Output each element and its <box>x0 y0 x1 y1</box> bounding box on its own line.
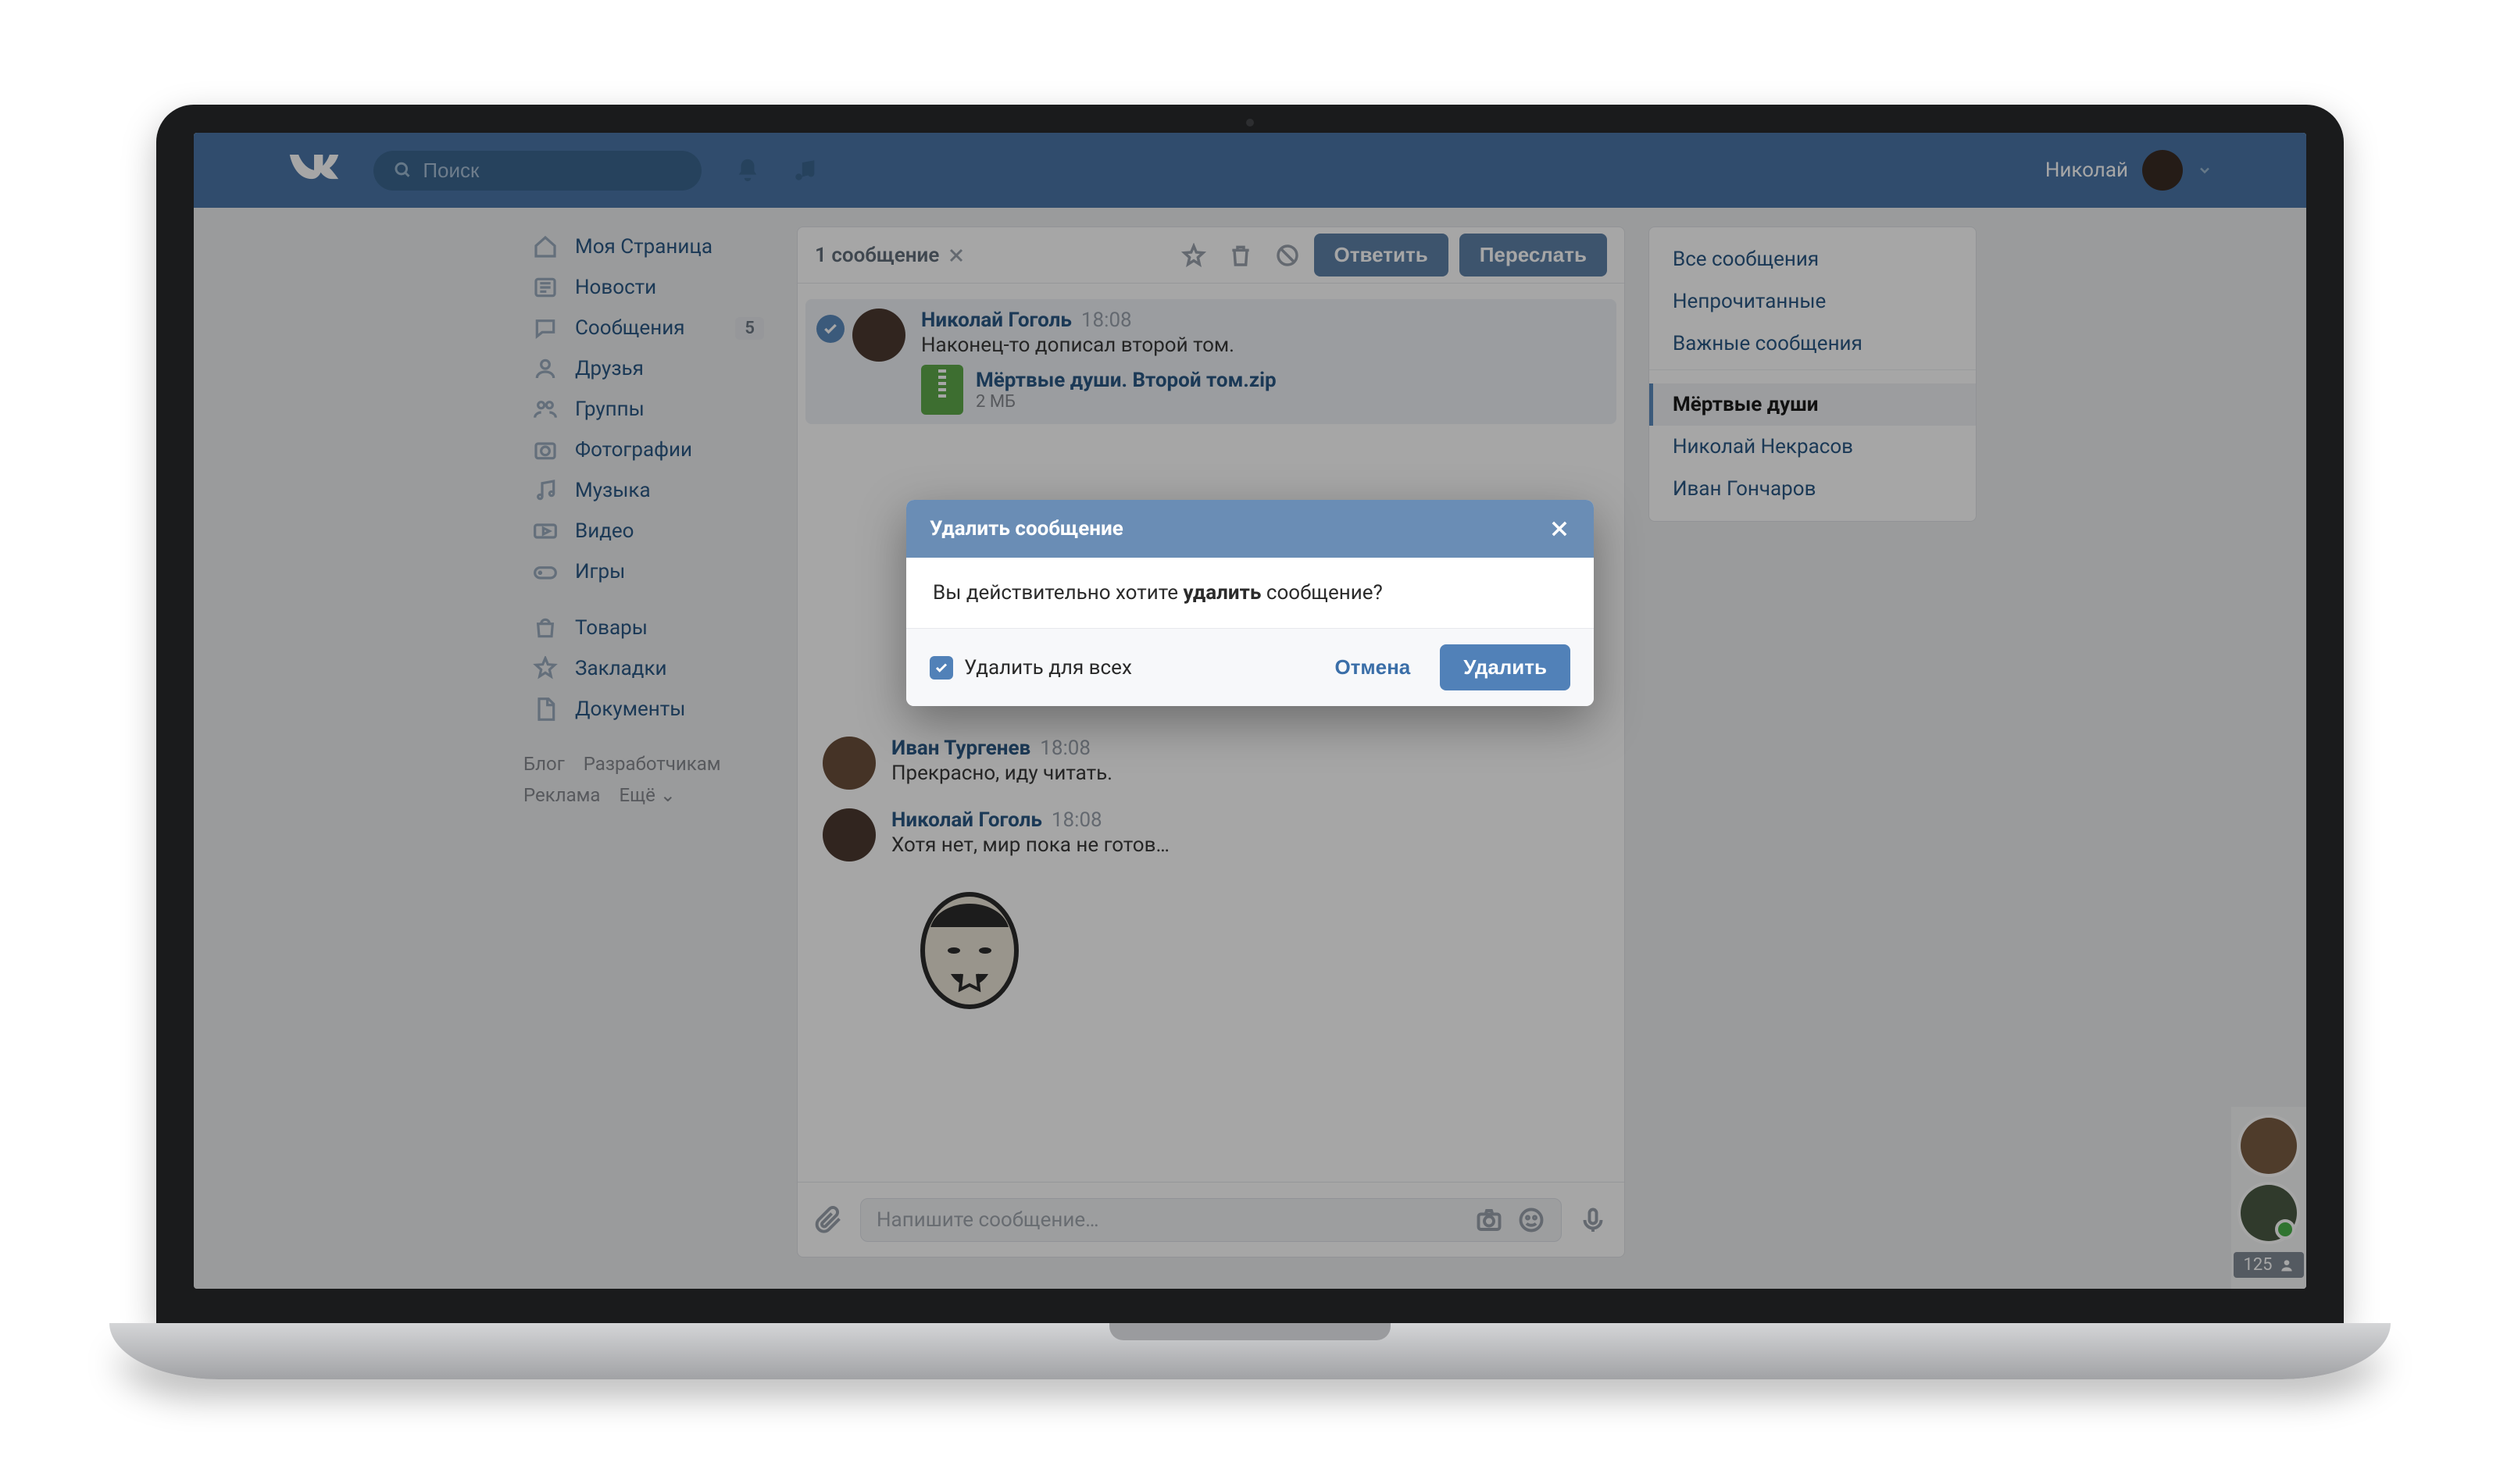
checkbox-label: Удалить для всех <box>964 656 1132 680</box>
close-icon[interactable] <box>1548 518 1570 540</box>
delete-message-modal: Удалить сообщение Вы действительно хотит… <box>906 500 1594 706</box>
laptop-base <box>109 1323 2391 1379</box>
cancel-button[interactable]: Отмена <box>1319 646 1426 689</box>
confirm-delete-button[interactable]: Удалить <box>1440 644 1570 690</box>
modal-body: Вы действительно хотите удалить сообщени… <box>906 558 1594 629</box>
modal-overlay[interactable] <box>194 133 2306 1289</box>
checkbox-checked-icon <box>930 656 953 680</box>
laptop-camera-dot <box>1246 119 1254 127</box>
delete-for-all-checkbox[interactable]: Удалить для всех <box>930 656 1132 680</box>
modal-title: Удалить сообщение <box>930 517 1123 540</box>
